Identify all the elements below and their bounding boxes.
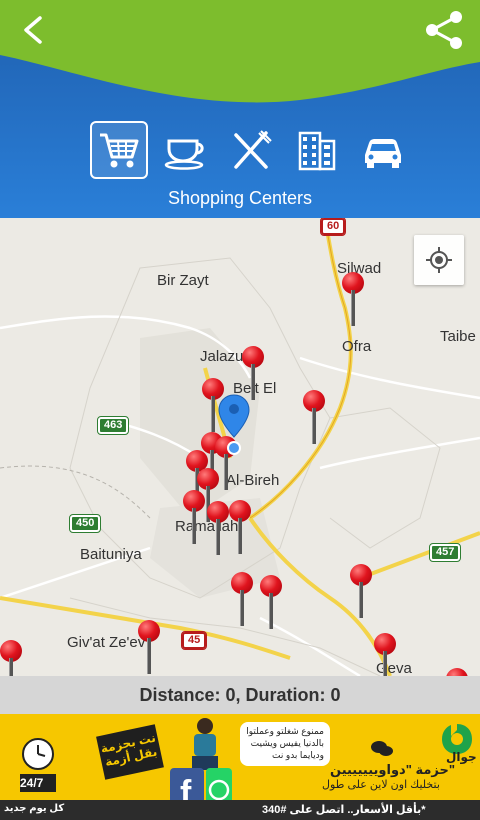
chat-bubbles-icon xyxy=(371,741,393,756)
ad-speech-bubble: ممنوع شغلتو وعملتوا بالدنيا يفيس ويشيت و… xyxy=(240,722,330,766)
place-ofra: Ofra xyxy=(342,338,372,355)
category-restaurant[interactable] xyxy=(222,121,280,179)
map-pin[interactable] xyxy=(260,575,282,631)
map-pin[interactable] xyxy=(229,500,251,556)
place-baituniya: Baituniya xyxy=(80,546,142,563)
header-swoosh xyxy=(0,0,480,103)
category-car[interactable] xyxy=(354,121,412,179)
ad-subline: بتخليك اون لاين على طول xyxy=(322,779,440,791)
building-icon xyxy=(298,131,336,171)
my-location-button[interactable] xyxy=(414,235,464,285)
map-pin[interactable] xyxy=(342,272,364,328)
map-pin[interactable] xyxy=(0,640,22,676)
back-chevron-icon xyxy=(24,16,42,44)
category-cafe[interactable] xyxy=(156,121,214,179)
cart-icon xyxy=(100,133,139,168)
route-badge-463: 463 xyxy=(96,416,130,435)
back-button[interactable] xyxy=(14,10,54,50)
share-icon xyxy=(426,11,462,49)
ad-banner[interactable]: 24/7 نت بحزمة بقل أزمة f ممنوع شغلتو وعم… xyxy=(0,714,480,820)
category-bar xyxy=(90,121,412,179)
map-pin[interactable] xyxy=(446,668,468,676)
ad-bottom-left-text: كل يوم جديد xyxy=(4,803,65,814)
share-button[interactable] xyxy=(422,8,466,52)
place-givat-zeev: Giv'at Ze'ev xyxy=(67,634,146,651)
map-pin[interactable] xyxy=(374,633,396,676)
map-pin[interactable] xyxy=(207,501,229,557)
category-hotel[interactable] xyxy=(288,121,346,179)
map-view[interactable]: 60 463 450 457 45 Bir Zayt Silwad Taibe … xyxy=(0,218,480,676)
app-header: Shopping Centers xyxy=(0,0,480,218)
coffee-cup-icon xyxy=(164,139,204,170)
route-status: Distance: 0, Duration: 0 xyxy=(0,676,480,714)
blue-location-marker-icon[interactable] xyxy=(217,393,251,465)
map-pin[interactable] xyxy=(350,564,372,620)
ad-slogan-banner: نت بحزمة بقل أزمة xyxy=(96,724,164,780)
map-pin[interactable] xyxy=(183,490,205,546)
ad-bottom-right-text: بأقل الأسعار.. اتصل على #340* xyxy=(262,804,426,816)
map-pin[interactable] xyxy=(138,620,160,676)
car-icon xyxy=(365,139,401,168)
map-pin[interactable] xyxy=(303,390,325,446)
category-title: Shopping Centers xyxy=(167,188,313,208)
route-badge-457: 457 xyxy=(428,543,462,562)
place-taibe: Taibe xyxy=(440,328,476,345)
ad-badge-text: 24/7 xyxy=(20,776,44,790)
route-badge-45: 45 xyxy=(180,631,208,650)
category-shopping[interactable] xyxy=(90,121,148,179)
ad-brand: جوال xyxy=(446,750,477,764)
my-location-icon xyxy=(426,247,452,273)
ad-headline: حزمة "دواوييييييين" xyxy=(330,762,456,777)
place-bir-zayt: Bir Zayt xyxy=(157,272,209,289)
fork-knife-icon xyxy=(234,130,272,169)
person-illustration-icon xyxy=(192,718,218,770)
route-badge-450: 450 xyxy=(68,514,102,533)
map-pin[interactable] xyxy=(231,572,253,628)
red-pushpin-icon xyxy=(446,668,468,676)
route-badge-60: 60 xyxy=(319,218,347,236)
place-jalazun: Jalazu xyxy=(200,348,244,365)
